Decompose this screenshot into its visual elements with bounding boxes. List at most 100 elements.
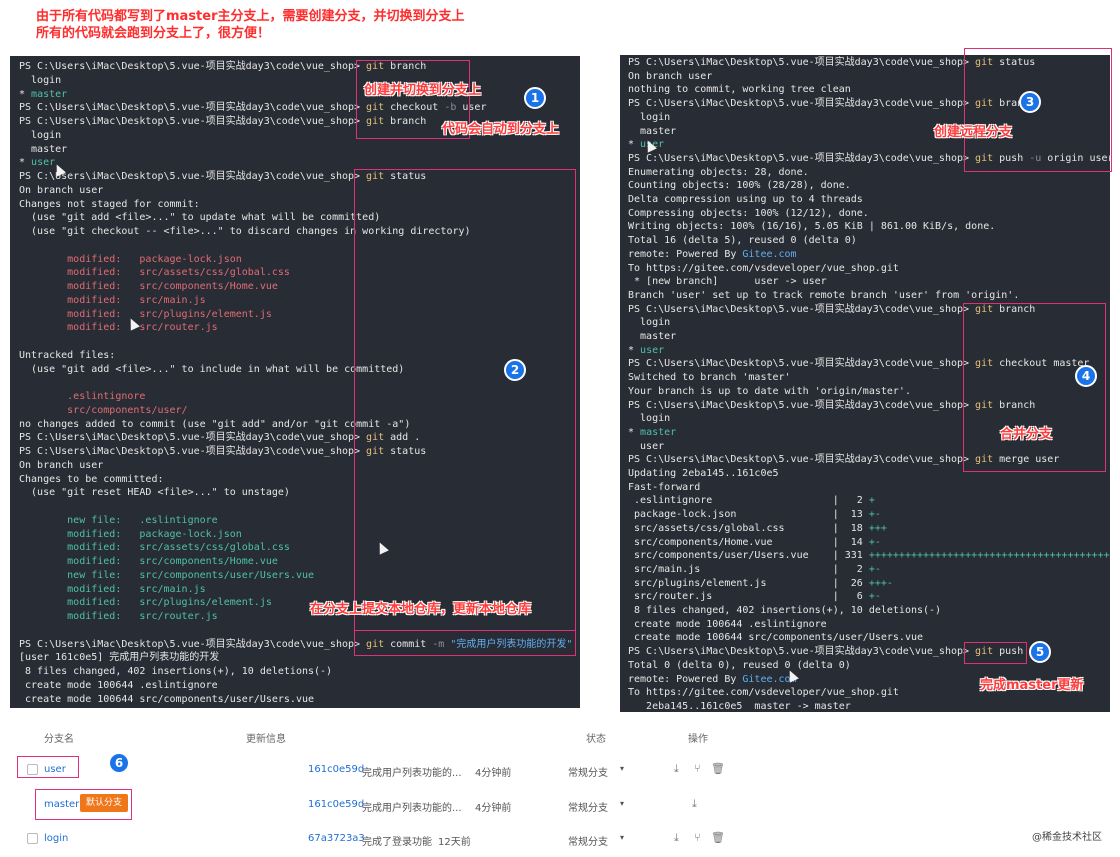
download-icon[interactable]: ⤓ [692,797,697,811]
terminal-line: * user [19,156,55,170]
terminal-line: src/components/user/ [19,404,188,418]
watermark: @稀金技术社区 [1032,832,1102,843]
terminal-text: modified: src/assets/css/global.css [19,542,290,554]
terminal-text: new file: src/components/user/Users.vue [19,569,315,581]
terminal-line: modified: package-lock.json [19,528,242,542]
terminal-line: Switched to branch 'master' [628,371,791,385]
commit-time: 12天前 [438,837,471,848]
terminal-line: Updating 2eba145..161c0e5 [628,467,779,481]
terminal-text: On branch user [19,184,104,196]
branch-name-link[interactable]: login [44,833,68,844]
terminal-line: master [19,143,67,157]
terminal-line: modified: src/assets/css/global.css [19,266,290,280]
note-commit-local: 在分支上提交本地仓库，更新本地仓库 [310,602,532,617]
terminal-line: src/components/Home.vue | 14 +- [628,536,881,550]
terminal-text: To https://gitee.com/vsdeveloper/vue_sho… [628,687,899,699]
commit-hash-link[interactable]: 161c0e59d [308,799,364,810]
terminal-text: Updating 2eba145..161c0e5 [628,468,779,479]
terminal-text: +- [868,536,881,548]
dropdown-caret-icon[interactable]: ▾ [620,799,624,808]
merge-icon[interactable]: ⑂ [694,762,701,775]
terminal-text: login [19,74,62,86]
row-checkbox[interactable] [27,764,38,775]
terminal-text: PS C:\Users\iMac\Desktop\5.vue-项目实战day3\… [628,303,976,315]
terminal-text: login [628,317,671,329]
terminal-line: modified: package-lock.json [19,253,242,267]
terminal-text: * [19,88,32,100]
download-icon[interactable]: ⤓ [674,762,679,776]
terminal-text: +++ [868,522,887,534]
commit-hash-link[interactable]: 67a3723a3 [308,833,365,844]
terminal-text: login [628,413,671,425]
terminal-text: To https://gitee.com/vsdeveloper/vue_sho… [628,262,899,274]
branch-status-select[interactable]: 常规分支 [568,764,608,779]
highlight-box-5 [964,642,1027,664]
branch-name-link[interactable]: master [44,799,79,810]
delete-icon[interactable]: 🗑 [711,831,725,844]
terminal-text: Counting objects: 100% (28/28), done. [628,180,851,192]
terminal-text: master [31,88,68,100]
dropdown-caret-icon[interactable]: ▾ [620,764,624,773]
terminal-line: modified: src/components/Home.vue [19,555,278,569]
terminal-text: src/components/user/ [19,404,188,416]
terminal-line: user [628,440,664,454]
terminal-line: login [628,316,670,330]
terminal-line: (use "git add <file>..." to include in w… [19,363,404,377]
branch-table: 分支名 更新信息 状态 操作 user 161c0e59d 完成用户列表功能的.… [0,716,760,857]
intro-line-1: 由于所有代码都写到了master主分支上，需要创建分支，并切换到分支上 [36,9,465,24]
terminal-text: * [628,139,641,151]
intro-line-2: 所有的代码就会跑到分支上了，很方便！ [36,26,271,41]
header-actions: 操作 [688,734,708,745]
terminal-text: * [628,426,641,438]
terminal-line: remote: Powered By Gitee.com [628,248,797,262]
terminal-line: On branch user [628,70,712,84]
terminal-line: modified: src/router.js [19,321,218,335]
terminal-text: PS C:\Users\iMac\Desktop\5.vue-项目实战day3\… [628,358,976,370]
terminal-text: (use "git add <file>..." to include in w… [19,363,405,375]
terminal-text: Fast-forward [628,481,701,493]
highlight-box-4 [963,303,1106,472]
table-row-login: login 67a3723a3 完成了登录功能 12天前 常规分支 ▾ ⤓ ⑂ … [0,825,760,853]
terminal-line: login [19,74,61,88]
terminal-line: 8 files changed, 402 insertions(+), 10 d… [19,665,332,679]
terminal-line: src/components/user/Users.vue | 331 ++++… [628,549,1110,563]
note-merge: 合并分支 [1000,427,1053,442]
terminal-text: no changes added to commit (use "git add… [19,418,411,430]
merge-icon[interactable]: ⑂ [694,831,701,844]
terminal-text: master [628,331,677,342]
terminal-line: To https://gitee.com/vsdeveloper/vue_sho… [628,686,899,700]
step-5-marker: 5 [1029,641,1051,663]
terminal-text: 8 files changed, 402 insertions(+), 10 d… [19,666,333,677]
commit-hash-link[interactable]: 161c0e59d [308,764,364,775]
terminal-text: On branch user [19,459,104,471]
terminal-line: Enumerating objects: 28, done. [628,166,809,180]
terminal-text: PS C:\Users\iMac\Desktop\5.vue-项目实战day3\… [19,446,367,457]
terminal-text: PS C:\Users\iMac\Desktop\5.vue-项目实战day3\… [628,646,976,658]
branch-name-link[interactable]: user [44,764,66,775]
terminal-line: * master [628,426,676,440]
row-checkbox[interactable] [27,833,38,844]
branch-status-select[interactable]: 常规分支 [568,833,608,848]
terminal-line: * user [628,344,664,358]
terminal-text: +++- [868,577,893,589]
terminal-text: modified: package-lock.json [19,528,242,540]
terminal-line: no changes added to commit (use "git add… [19,418,410,432]
terminal-text: (use "git reset HEAD <file>..." to unsta… [19,487,290,499]
delete-icon[interactable]: 🗑 [711,762,725,775]
terminal-text: PS C:\Users\iMac\Desktop\5.vue-项目实战day3\… [19,116,367,127]
note-push-master: 完成master更新 [980,678,1084,693]
terminal-line: On branch user [19,459,103,473]
terminal-text: create mode 100644 src/components/user/U… [628,632,924,644]
table-row-user: user 161c0e59d 完成用户列表功能的... 4分钟前 常规分支 ▾ … [0,756,760,784]
terminal-text: modified: src/plugins/element.js [19,308,272,320]
terminal-line: Counting objects: 100% (28/28), done. [628,179,851,193]
terminal-line: modified: src/components/Home.vue [19,280,278,294]
branch-status-select[interactable]: 常规分支 [568,799,608,814]
terminal-line: Branch 'user' set up to track remote bra… [628,289,1019,303]
dropdown-caret-icon[interactable]: ▾ [620,833,624,842]
terminal-text: ++++++++++++++++++++++++++++++++++++++++ [868,550,1110,562]
terminal-text: master [628,125,677,137]
table-row-master: master 默认分支 161c0e59d 完成用户列表功能的... 4分钟前 … [0,791,760,819]
download-icon[interactable]: ⤓ [674,831,679,845]
highlight-box-3 [964,48,1112,172]
